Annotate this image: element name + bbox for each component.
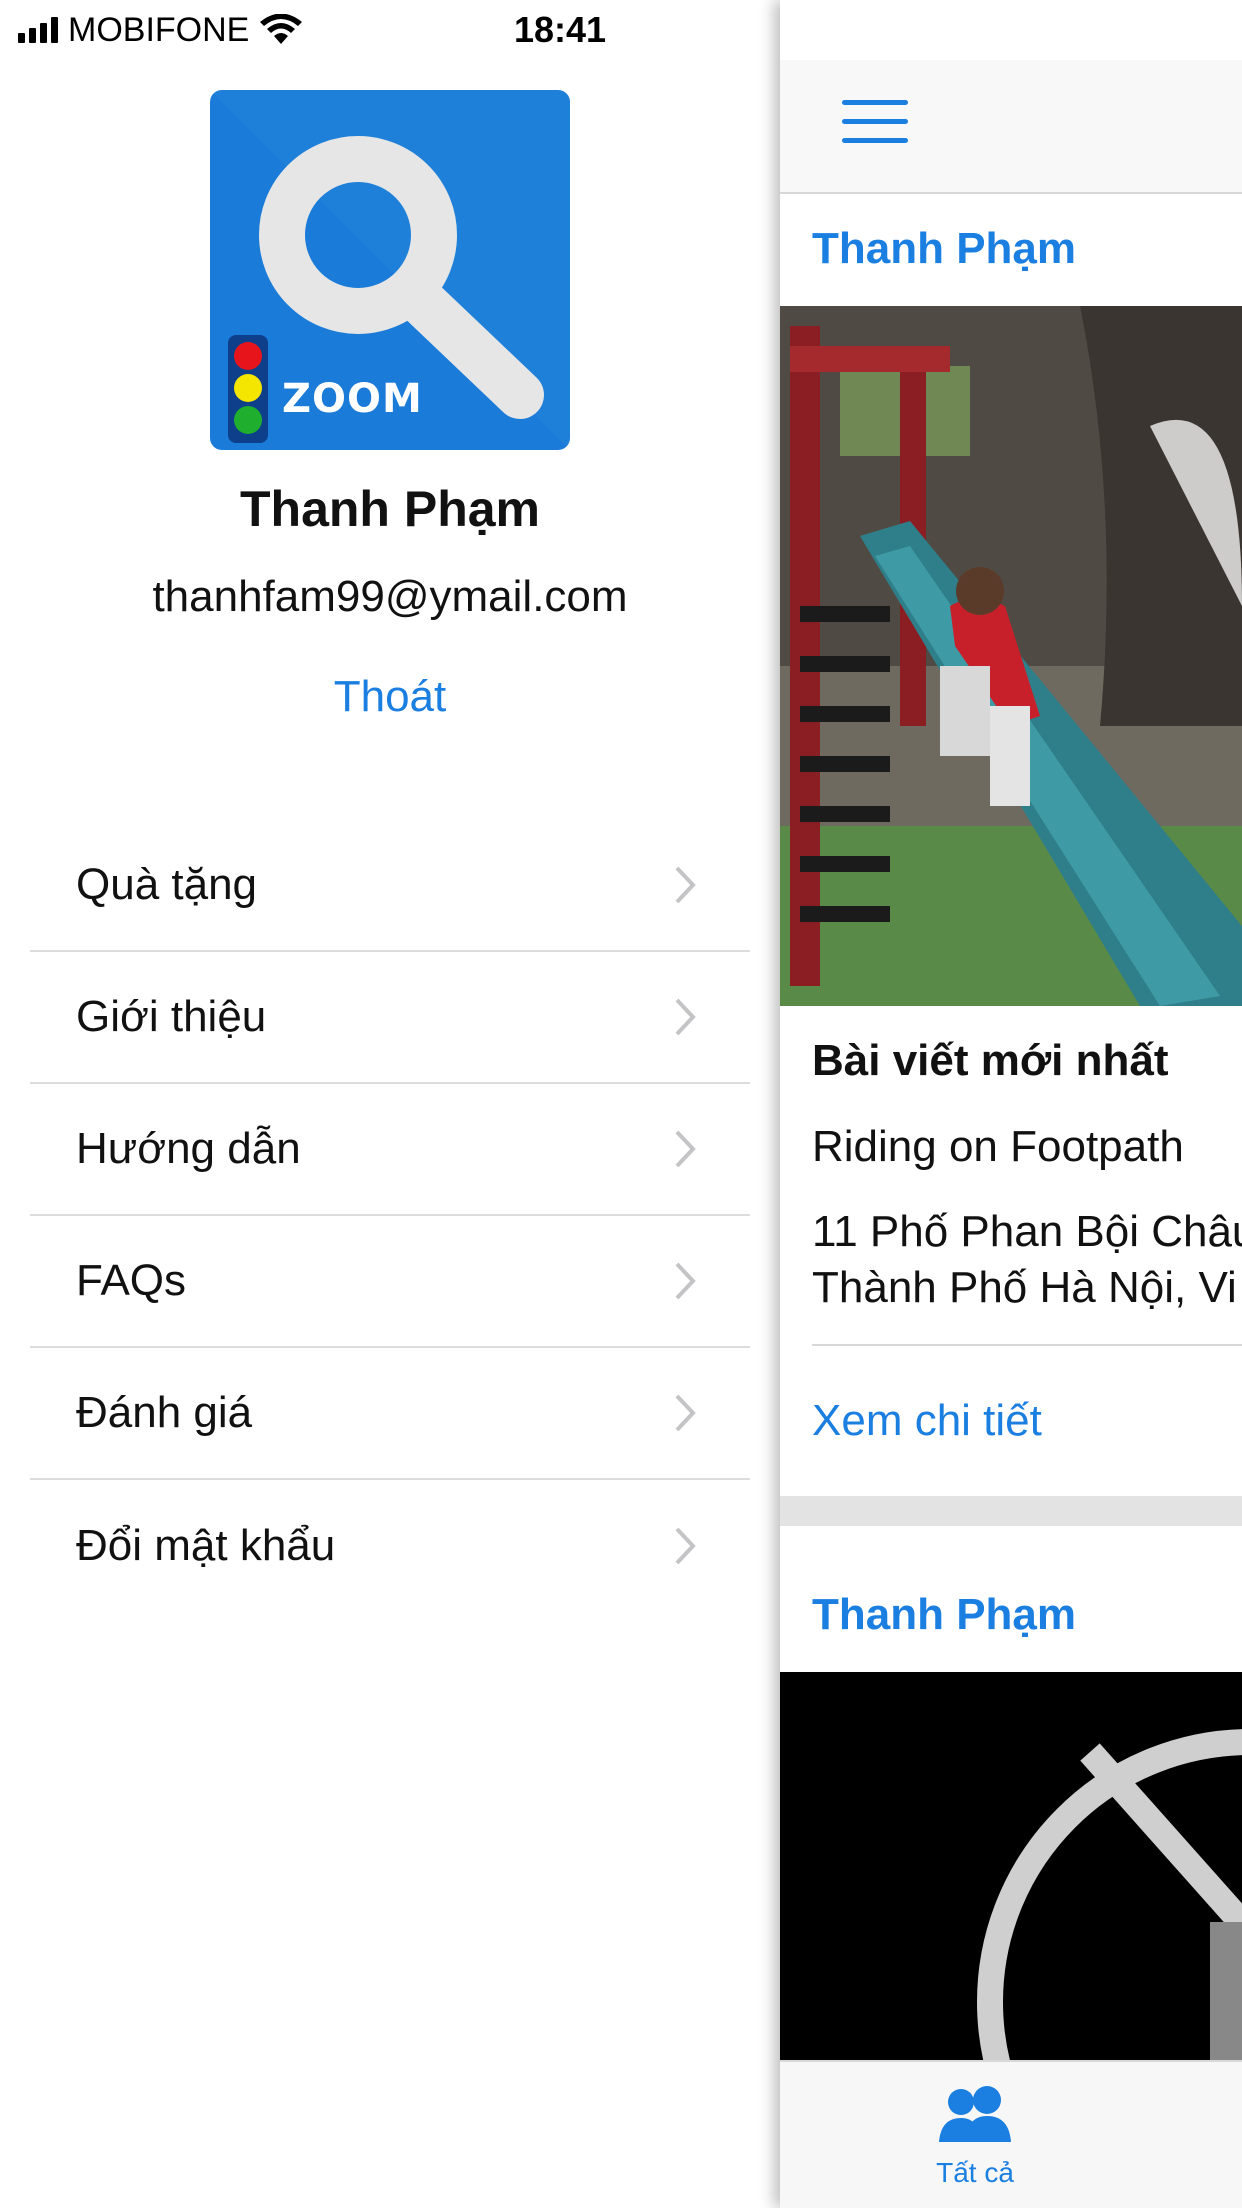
hamburger-menu-icon[interactable] <box>842 100 908 146</box>
chevron-right-icon <box>665 997 705 1037</box>
menu-item-label: FAQs <box>76 1256 187 1305</box>
profile-email: thanhfam99@ymail.com <box>152 572 628 621</box>
logo-text: ZOOM <box>282 376 423 422</box>
menu-item-change-password[interactable]: Đổi mật khẩu <box>30 1480 750 1612</box>
post-photo[interactable] <box>780 306 1242 1006</box>
chevron-right-icon <box>665 1393 705 1433</box>
no-entry-sign-photo <box>780 1672 1242 2060</box>
tab-all[interactable]: Tất cả <box>920 2082 1030 2189</box>
menu-item-label: Đổi mật khẩu <box>76 1521 336 1570</box>
tab-bar: Tất cả <box>780 2060 1242 2208</box>
profile-name: Thanh Phạm <box>239 481 541 537</box>
post-separator <box>780 1496 1242 1526</box>
view-detail-link[interactable]: Xem chi tiết <box>812 1396 1042 1446</box>
main-panel: Thanh Phạm Bài viết mới nhất Riding on F… <box>780 0 1242 2208</box>
post-title: Riding on Footpath <box>812 1122 1184 1171</box>
menu-item-gifts[interactable]: Quà tặng <box>30 820 750 952</box>
app-logo: ZOOM <box>210 90 570 450</box>
status-time: 18:41 <box>513 9 607 50</box>
status-bar-left: MOBIFONE <box>18 8 303 52</box>
menu-item-label: Hướng dẫn <box>76 1124 301 1173</box>
chevron-right-icon <box>665 1526 705 1566</box>
chevron-right-icon <box>665 1261 705 1301</box>
playground-slide-photo <box>780 306 1242 1006</box>
post-author[interactable]: Thanh Phạm <box>812 1590 1076 1640</box>
tab-all-label: Tất cả <box>936 2157 1014 2188</box>
chevron-right-icon <box>665 1129 705 1169</box>
carrier-name: MOBIFONE <box>68 10 250 49</box>
post-author[interactable]: Thanh Phạm <box>812 224 1076 274</box>
menu-item-label: Giới thiệu <box>76 992 267 1041</box>
post-section-title: Bài viết mới nhất <box>812 1036 1169 1085</box>
cellular-signal-icon <box>18 17 58 43</box>
wifi-icon <box>260 14 303 44</box>
nav-bar <box>780 60 1242 194</box>
logout-button[interactable]: Thoát <box>0 672 780 722</box>
post-address-line2: Thành Phố Hà Nội, Vi <box>812 1263 1237 1312</box>
post-address-line1: 11 Phố Phan Bội Châu <box>812 1207 1242 1256</box>
menu-item-rating[interactable]: Đánh giá <box>30 1348 750 1480</box>
chevron-right-icon <box>665 865 705 905</box>
menu-item-faqs[interactable]: FAQs <box>30 1216 750 1348</box>
menu-item-about[interactable]: Giới thiệu <box>30 952 750 1084</box>
menu-item-label: Quà tặng <box>76 860 258 909</box>
post-address: 11 Phố Phan Bội Châu Thành Phố Hà Nội, V… <box>812 1204 1242 1316</box>
menu-list: Quà tặng Giới thiệu Hướng dẫn FAQs Đánh … <box>30 820 750 1612</box>
side-menu: ZOOM Thanh Phạm thanhfam99@ymail.com Tho… <box>0 60 780 2208</box>
menu-item-label: Đánh giá <box>76 1388 253 1437</box>
menu-item-guide[interactable]: Hướng dẫn <box>30 1084 750 1216</box>
post-divider <box>812 1344 1242 1346</box>
post-photo[interactable] <box>780 1672 1242 2060</box>
group-users-icon <box>939 2086 1011 2142</box>
